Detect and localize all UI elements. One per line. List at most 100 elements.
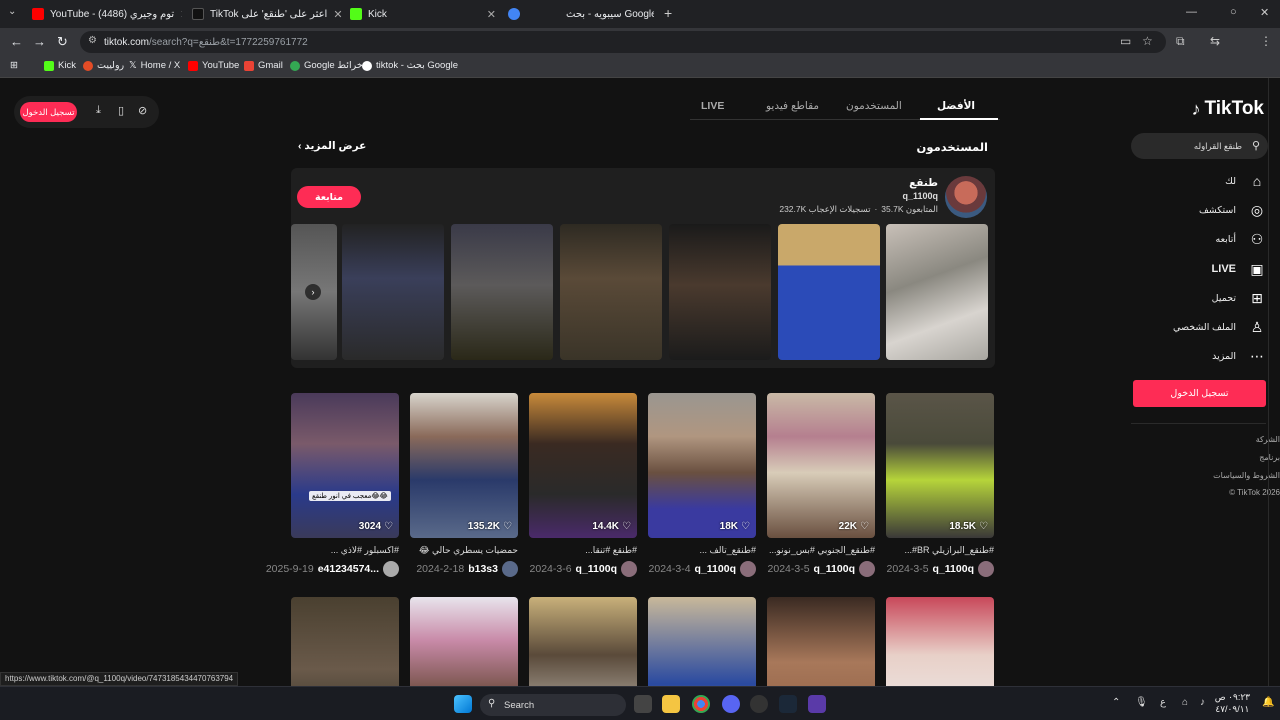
tab-live[interactable]: LIVE [701,100,724,112]
user-video-thumb[interactable] [560,224,662,360]
video-author[interactable]: q_1100q [576,563,617,575]
user-video-thumb[interactable] [778,224,880,360]
minimize-icon[interactable]: — [1186,6,1197,18]
new-tab-icon[interactable]: + [664,5,672,21]
discord-icon[interactable] [722,695,740,713]
sidebar-item-live[interactable]: LIVE ▣ [1126,258,1266,280]
taskbar-search[interactable]: ⚲ Search [480,694,626,716]
video-caption[interactable]: #طنقع #تنقا... [525,545,637,556]
video-card[interactable]: 18K ♡ [648,393,756,538]
video-caption[interactable]: #طنقع_الجنوبي #بس_نونو... [763,545,875,556]
video-card[interactable]: 22K ♡ [767,393,875,538]
footer-link-terms[interactable]: الشروط والسياسات [1140,471,1280,480]
menu-icon[interactable]: ⋮ [1260,34,1272,48]
sidebar-item-explore[interactable]: استكشف ◎ [1126,199,1266,221]
user-video-thumb[interactable] [669,224,771,360]
close-window-icon[interactable]: ✕ [1260,6,1269,19]
bookmark-youtube[interactable]: YouTube [188,60,239,71]
compass-icon[interactable]: ⊘ [138,104,147,117]
task-view-icon[interactable] [634,695,652,713]
footer-link-company[interactable]: الشركة [1140,435,1280,444]
video-card[interactable] [648,597,756,686]
video-card[interactable]: 14.4K ♡ [529,393,637,538]
video-card[interactable] [886,597,994,686]
user-video-thumb[interactable] [342,224,444,360]
app-icon[interactable] [750,695,768,713]
sidebar-item-upload[interactable]: تحميل ⊞ [1126,287,1266,309]
tab-videos[interactable]: مقاطع فيديو [766,100,819,112]
video-caption[interactable]: #طنقع_تالف ... [644,545,756,556]
tab-search-icon[interactable]: ⌄ [8,6,16,17]
author-avatar[interactable] [383,561,399,577]
video-card[interactable] [767,597,875,686]
bookmark-star-icon[interactable]: ☆ [1142,34,1153,48]
avatar[interactable] [945,176,987,218]
video-author[interactable]: b13s3 [468,563,498,575]
start-icon[interactable] [454,695,472,713]
video-card[interactable] [291,597,399,686]
sidebar-item-profile[interactable]: الملف الشخصي ♙ [1126,316,1266,338]
game-launcher-icon[interactable] [808,695,826,713]
site-info-icon[interactable]: ⚙ [88,35,97,46]
sidebar-item-following[interactable]: أتابعه ⚇ [1126,228,1266,250]
volume-icon[interactable]: ♪ [1200,697,1205,708]
see-more-link[interactable]: ‹ عرض المزيد [298,140,366,152]
bookmark-x[interactable]: 𝕏 Home / X [129,60,180,71]
user-card[interactable]: طنقع q_1100q 232.7K تسجيلات الإعجاب · 35… [291,168,995,368]
close-icon[interactable]: ✕ [487,8,496,21]
author-avatar[interactable] [502,561,518,577]
notification-icon[interactable]: 🔔 [1262,697,1274,708]
bookmark-roulette[interactable]: رولييت [83,60,124,71]
microphone-icon[interactable]: 🎙 [1135,697,1148,708]
tab-kick[interactable]: Kick ✕ [350,4,496,24]
tab-google[interactable]: سيبويه - بحث Google ✕ [508,4,654,24]
video-author[interactable]: q_1100q [933,563,974,575]
login-pill-button[interactable]: تسجيل الدخول [20,102,77,122]
login-button[interactable]: تسجيل الدخول [1133,380,1266,407]
video-card[interactable] [529,597,637,686]
tab-tiktok[interactable]: TikTok اعثر على 'طنقع' على ✕ [192,4,342,24]
video-card[interactable]: 18.5K ♡ [886,393,994,538]
mobile-icon[interactable]: ▯ [118,104,124,117]
bookmark-maps[interactable]: Google خرائط [290,60,363,71]
network-icon[interactable]: ⌂ [1182,697,1188,708]
video-card[interactable]: 135.2K ♡ [410,393,518,538]
bookmark-gmail[interactable]: Gmail [244,60,283,71]
file-explorer-icon[interactable] [662,695,680,713]
sidebar-item-foryou[interactable]: لك ⌂ [1126,170,1266,192]
close-icon[interactable]: ✕ [180,8,182,21]
language-indicator[interactable]: ع [1160,697,1166,708]
user-video-thumb[interactable] [886,224,988,360]
video-caption[interactable]: حمضيات يسطري حالي 😂 [406,545,518,556]
video-card[interactable]: معجب في انور طنقع😂😂 3024 ♡ [291,393,399,538]
video-caption[interactable]: #طنقع_البرازيلي BR#... [882,545,994,556]
chevron-up-icon[interactable]: ⌃ [1112,697,1120,708]
user-video-thumb[interactable] [451,224,553,360]
author-avatar[interactable] [859,561,875,577]
video-author[interactable]: q_1100q [695,563,736,575]
chevron-right-icon[interactable]: › [305,284,321,300]
video-author[interactable]: e41234574... [318,563,379,575]
bookmark-google-search[interactable]: tiktok - بحث Google [362,60,458,71]
video-caption[interactable]: #اكسبلور #لاذي ... [287,545,399,556]
chrome-icon[interactable] [692,695,710,713]
bookmark-kick[interactable]: Kick [44,60,76,71]
tab-youtube[interactable]: YouTube - (4486) توم وجيري ✕ [32,4,182,24]
tiktok-logo[interactable]: ♪ TikTok [1192,98,1264,120]
search-icon[interactable]: ⚲ [1252,139,1260,152]
translate-icon[interactable]: ⇆ [1210,34,1220,48]
clock[interactable]: ٠٩:٢٣ ص ٤٧/٠٩/١١ [1215,691,1250,715]
restore-icon[interactable]: ○ [1230,6,1237,18]
search-input[interactable]: طنقع القراوله ⚲ [1131,133,1268,159]
author-avatar[interactable] [740,561,756,577]
extensions-icon[interactable]: ⧉ [1176,34,1185,49]
close-icon[interactable]: ✕ [333,8,342,21]
tab-top[interactable]: الأفضل [937,100,975,112]
sidebar-item-more[interactable]: المزيد ⋯ [1126,345,1266,367]
apps-icon[interactable]: ⊞ [10,60,18,71]
author-avatar[interactable] [621,561,637,577]
author-avatar[interactable] [978,561,994,577]
download-icon[interactable]: ⤓ [96,104,101,117]
follow-button[interactable]: متابعة [297,186,361,208]
footer-link-program[interactable]: برنامج [1140,453,1280,462]
